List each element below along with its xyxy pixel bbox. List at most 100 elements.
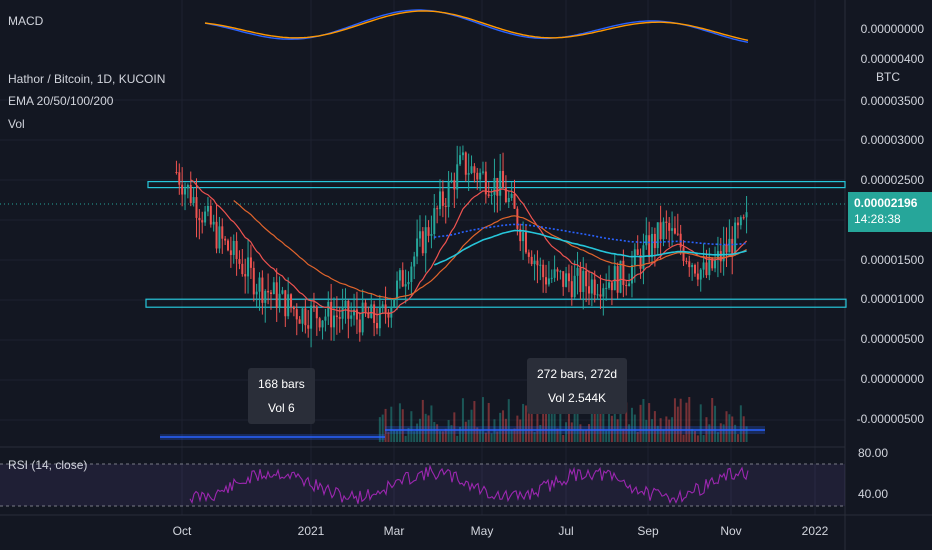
candle-body — [536, 260, 539, 266]
candle-body — [189, 184, 192, 203]
volume-bar — [421, 399, 424, 442]
candle-body — [175, 172, 178, 173]
volume-bar — [688, 397, 691, 442]
candle-body — [522, 232, 525, 242]
candle-body — [447, 181, 450, 207]
candle-body — [688, 261, 691, 268]
candle-body — [304, 308, 307, 326]
vol-legend: Vol — [8, 117, 25, 131]
candle-body — [699, 269, 702, 280]
candle-body — [344, 300, 347, 308]
time-axis-label: Nov — [720, 524, 742, 538]
candle-body — [209, 205, 212, 225]
candle-body — [616, 266, 619, 293]
candle-body — [439, 191, 442, 210]
symbol-title: Hathor / Bitcoin, 1D, KUCOIN — [8, 72, 166, 86]
candle-body — [610, 282, 613, 291]
candle-body — [619, 260, 622, 293]
candle-body — [605, 287, 608, 289]
last-price-value: 0.00002196 — [854, 196, 918, 210]
candle-body — [673, 228, 676, 234]
candle-body — [338, 317, 341, 319]
price-axis-label: 0.00003500 — [860, 94, 924, 108]
candle-body — [671, 228, 674, 231]
signal-line — [204, 10, 749, 41]
ema-lines — [190, 179, 748, 316]
candle-body — [685, 260, 688, 262]
candle-body — [636, 249, 639, 256]
candle-body — [186, 184, 189, 189]
volume-bar — [401, 409, 404, 442]
candle-body — [579, 267, 582, 293]
candle-body — [418, 231, 421, 239]
candle-body — [473, 166, 476, 173]
volume-bar — [682, 434, 685, 442]
candle-body — [261, 277, 264, 303]
candle-body — [613, 266, 616, 291]
candle-body — [407, 281, 410, 285]
candle-body — [714, 259, 717, 269]
volume-bar — [685, 402, 688, 442]
candle-body — [198, 217, 201, 221]
candle-body — [375, 322, 378, 329]
candle-body — [384, 304, 387, 313]
candle-body — [510, 193, 513, 198]
candle-body — [195, 197, 198, 218]
candle-body — [691, 264, 694, 268]
candle-body — [401, 270, 404, 287]
volume-bar — [473, 401, 476, 442]
candle-body — [490, 194, 493, 196]
volume-bar — [699, 404, 702, 442]
candle-body — [232, 240, 235, 255]
price-axis-label: 0.00003000 — [860, 133, 924, 147]
candle-body — [582, 270, 585, 293]
volume-bar — [461, 398, 464, 442]
candle-body — [705, 262, 708, 276]
candle-body — [734, 222, 737, 255]
candle-body — [212, 221, 215, 225]
rsi-band — [0, 464, 845, 506]
last-price-tag: 0.00002196 14:28:38 — [848, 192, 932, 232]
candle-body — [252, 267, 255, 295]
currency-label: BTC — [876, 70, 900, 84]
candle-body — [278, 293, 281, 309]
candle-body — [651, 233, 654, 258]
price-axis-label: 0.00001500 — [860, 253, 924, 267]
candle-body — [470, 166, 473, 174]
time-axis-label: Mar — [383, 524, 405, 538]
volume-bar — [470, 409, 473, 442]
volume-bar — [456, 435, 459, 442]
candle-body — [467, 173, 470, 175]
time-axis-label: 2021 — [297, 524, 325, 538]
rsi-axis-label: 80.00 — [857, 446, 888, 460]
volume-bar — [676, 406, 679, 442]
candle-body — [272, 282, 275, 294]
candle-body — [178, 172, 181, 185]
time-axis-label: May — [470, 524, 494, 538]
candle-body — [290, 294, 293, 307]
candle-body — [315, 306, 318, 319]
candle-body — [318, 318, 321, 328]
callout-vol: Vol 2.544K — [548, 391, 607, 405]
price-axis-label: 0.00000000 — [860, 372, 924, 386]
candle-body — [668, 222, 671, 231]
volume-bar — [481, 397, 484, 442]
candle-body — [324, 316, 327, 321]
candle-body — [284, 290, 287, 317]
candle-body — [430, 233, 433, 236]
time-axis-label: Oct — [172, 524, 192, 538]
candle-body — [502, 170, 505, 188]
volume-bar — [430, 405, 433, 442]
candle-body — [333, 315, 336, 328]
candle-body — [513, 193, 516, 209]
candle-body — [287, 294, 290, 317]
time-axis-label: Jul — [558, 524, 574, 538]
volume-bar — [696, 435, 699, 442]
volume-bar — [711, 397, 714, 442]
candle-body — [731, 238, 734, 255]
candle-body — [258, 277, 261, 292]
candle-body — [424, 227, 427, 254]
candle-body — [593, 279, 596, 295]
candle-body — [433, 208, 436, 234]
candle-body — [702, 262, 705, 270]
